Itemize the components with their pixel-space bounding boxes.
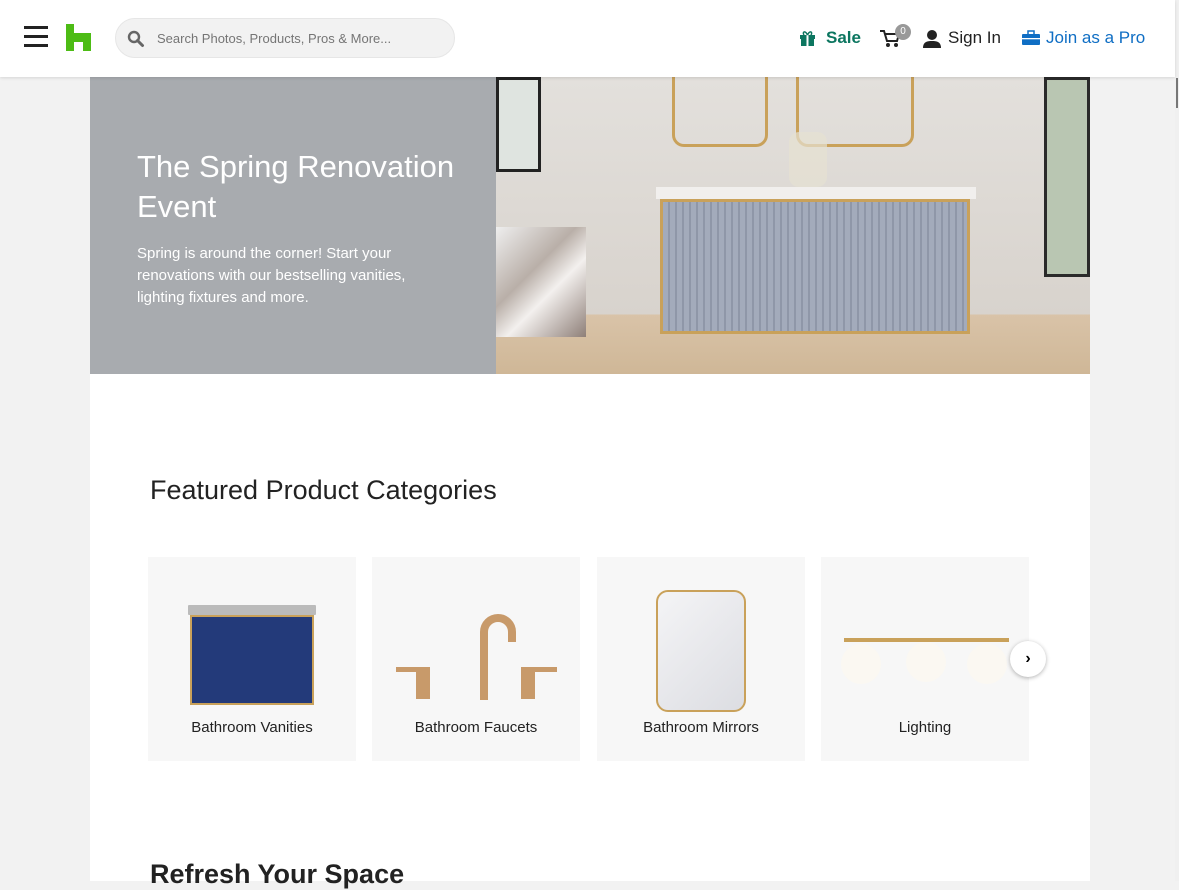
featured-categories-heading: Featured Product Categories <box>150 475 497 505</box>
search-input[interactable] <box>157 19 437 57</box>
refresh-your-space-heading: Refresh Your Space <box>150 859 405 889</box>
carousel-next-button[interactable]: › <box>1010 641 1046 677</box>
lighting-image <box>841 638 1009 684</box>
hero-title: The Spring Renovation Event <box>137 149 455 224</box>
hero-description: Spring is around the corner! Start your … <box>137 245 406 306</box>
sale-link[interactable]: Sale <box>799 28 861 48</box>
user-icon <box>923 29 941 48</box>
hero-bathroom-image <box>496 77 1090 374</box>
category-label: Bathroom Faucets <box>414 719 538 736</box>
sign-in-label: Sign In <box>948 28 1001 47</box>
cart-count-badge: 0 <box>895 24 911 40</box>
search-bar[interactable] <box>115 18 455 58</box>
hero-banner[interactable]: The Spring Renovation Event Spring is ar… <box>90 77 1090 374</box>
top-header: Sale 0 Sign In Join as a Pro <box>0 0 1175 77</box>
briefcase-icon <box>1022 30 1040 45</box>
search-icon <box>127 30 144 47</box>
sale-label: Sale <box>826 28 861 47</box>
join-as-pro-link[interactable]: Join as a Pro <box>1022 28 1145 48</box>
scrollbar[interactable] <box>1175 0 1179 881</box>
category-card-bathroom-vanities[interactable]: Bathroom Vanities <box>148 557 356 761</box>
category-label: Bathroom Mirrors <box>643 719 759 736</box>
menu-icon[interactable] <box>24 26 48 48</box>
category-card-lighting[interactable]: Lighting <box>821 557 1029 761</box>
hero-text-panel: The Spring Renovation Event Spring is ar… <box>90 77 496 374</box>
mirror-image <box>656 590 746 712</box>
vanity-image <box>188 605 316 715</box>
gift-icon <box>800 30 815 46</box>
category-label: Lighting <box>898 719 952 736</box>
sign-in-link[interactable]: Sign In <box>922 28 1001 48</box>
houzz-logo[interactable] <box>66 24 91 51</box>
category-card-bathroom-faucets[interactable]: Bathroom Faucets <box>372 557 580 761</box>
faucet-image <box>396 614 557 700</box>
main-content: The Spring Renovation Event Spring is ar… <box>90 77 1090 889</box>
category-card-bathroom-mirrors[interactable]: Bathroom Mirrors <box>597 557 805 761</box>
join-pro-label: Join as a Pro <box>1046 28 1146 47</box>
category-label: Bathroom Vanities <box>191 719 313 736</box>
